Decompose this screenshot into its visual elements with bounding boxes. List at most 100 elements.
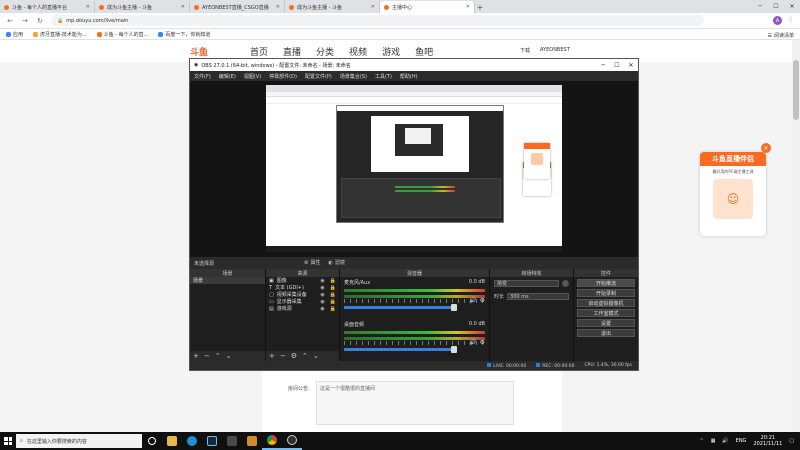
chevron-up-icon[interactable]: ⌃ [302, 352, 308, 360]
store-icon[interactable] [222, 432, 242, 450]
notification-icon[interactable]: ▢ [789, 438, 794, 444]
preview-canvas[interactable] [266, 85, 562, 252]
speaker-icon[interactable]: 🔊 [469, 339, 476, 346]
obs-menu-item[interactable]: 场景集合(S) [340, 73, 367, 80]
back-icon[interactable]: ← [6, 17, 14, 25]
reload-icon[interactable]: ↻ [36, 17, 44, 25]
lock-icon[interactable]: 🔒 [330, 306, 336, 312]
eye-icon[interactable]: ◉ [320, 285, 324, 291]
eye-icon[interactable]: ◉ [320, 292, 324, 298]
bookmark-item[interactable]: 斗鱼 - 每个人的直... [96, 31, 148, 38]
close-tab-icon[interactable]: ✕ [466, 4, 470, 10]
source-item[interactable]: ▭ 显示器采集 ◉ 🔒 [266, 298, 339, 306]
menu-icon[interactable]: ⋮ [788, 16, 794, 23]
control-button[interactable]: 开始录制 [577, 289, 635, 297]
obs-menu-item[interactable]: 配置文件(P) [305, 73, 332, 80]
remove-icon[interactable]: − [280, 352, 286, 360]
promo-card[interactable]: 斗鱼直播伴侣 最好用的PC端主播工具 ☺ [700, 152, 766, 236]
control-button[interactable]: 开始推流 [577, 279, 635, 287]
add-icon[interactable]: + [193, 352, 199, 360]
eye-icon[interactable]: ◉ [320, 306, 324, 312]
lock-icon[interactable]: 🔒 [330, 299, 336, 305]
speaker-icon[interactable]: 🔊 [469, 297, 476, 304]
volume-slider[interactable] [344, 346, 457, 353]
filters-button[interactable]: ◐ 滤镜 [329, 259, 345, 267]
obs-menu-item[interactable]: 停靠部件(D) [269, 73, 297, 80]
tray-chevron-icon[interactable]: ⌃ [699, 438, 703, 444]
reading-list-button[interactable]: ☰ 阅读清单 [768, 32, 795, 40]
obs-menu-item[interactable]: 编辑(E) [219, 73, 236, 80]
notice-textarea[interactable]: 这是一个很酷很的直播间 [316, 381, 514, 425]
source-item[interactable]: ▤ 游戏源 ◉ 🔒 [266, 305, 339, 313]
language-indicator[interactable]: ENG [736, 438, 747, 444]
control-button[interactable]: 设置 [577, 319, 635, 327]
douyu-logo[interactable]: 斗鱼 [190, 45, 235, 58]
gear-icon[interactable]: ⚙ [291, 352, 297, 360]
maximize-icon[interactable]: ☐ [610, 59, 624, 71]
duration-input[interactable]: 300 ms [507, 293, 569, 300]
control-button[interactable]: 退出 [577, 329, 635, 337]
obs-menu-item[interactable]: 帮助(H) [400, 73, 418, 80]
add-icon[interactable]: + [269, 352, 275, 360]
browser-tab[interactable]: 斗鱼 - 每个人的直播平台 ✕ [0, 1, 95, 13]
source-item[interactable]: ▢ 视频采集设备 ◉ 🔒 [266, 291, 339, 299]
file-explorer-icon[interactable] [162, 432, 182, 450]
douyu-nav-item[interactable]: 首页 [250, 45, 268, 58]
douyu-nav-item[interactable]: 直播 [283, 45, 301, 58]
remove-icon[interactable]: − [204, 352, 210, 360]
source-item[interactable]: ▣ 图像 ◉ 🔒 [266, 277, 339, 285]
browser-tab[interactable]: 成为斗鱼主播 - 斗鱼 ✕ [95, 1, 190, 13]
lock-icon[interactable]: 🔒 [330, 292, 336, 298]
start-button[interactable] [0, 432, 16, 450]
control-button[interactable]: 启动虚拟摄像机 [577, 299, 635, 307]
taskbar-search[interactable]: ⌕ 在这里输入你要搜索的内容 [16, 434, 142, 448]
douyu-nav-item[interactable]: 鱼吧 [415, 45, 433, 58]
volume-slider[interactable] [344, 304, 457, 311]
browser-tab[interactable]: 主播中心 ✕ [380, 1, 475, 13]
chevron-down-icon[interactable]: ⌄ [226, 352, 232, 360]
douyu-nav-item[interactable]: 分类 [316, 45, 334, 58]
url-input[interactable]: 🔒 mp.douyu.com/live/main [51, 15, 704, 26]
promo-close-icon[interactable]: ✕ [761, 143, 771, 153]
minimize-icon[interactable]: ─ [752, 0, 768, 13]
close-tab-icon[interactable]: ✕ [371, 4, 375, 10]
close-tab-icon[interactable]: ✕ [181, 4, 185, 10]
bookmark-item[interactable]: 百度一下，你就知道 [158, 31, 210, 38]
chevron-down-icon[interactable]: ⌄ [313, 352, 319, 360]
task-view-icon[interactable] [142, 432, 162, 450]
obs-menu-item[interactable]: 工具(T) [375, 73, 392, 80]
source-item[interactable]: T 文本 (GDI+) ◉ 🔒 [266, 284, 339, 292]
lock-icon[interactable]: 🔒 [330, 278, 336, 284]
username-link[interactable]: AYEONBEST [540, 47, 570, 54]
scene-item[interactable]: 场景 [190, 277, 265, 284]
minimize-icon[interactable]: ─ [596, 59, 610, 71]
profile-avatar[interactable]: A [773, 16, 782, 25]
obs-menu-item[interactable]: 视图(V) [244, 73, 261, 80]
close-tab-icon[interactable]: ✕ [86, 4, 90, 10]
eye-icon[interactable]: ◉ [320, 278, 324, 284]
maximize-icon[interactable]: ☐ [768, 0, 784, 13]
lock-icon[interactable]: 🔒 [330, 285, 336, 291]
bookmark-item[interactable]: 虎牙直播-技术能为... [33, 31, 87, 38]
obs-menu-item[interactable]: 文件(F) [194, 73, 211, 80]
chevron-up-icon[interactable]: ⌃ [215, 352, 221, 360]
volume-icon[interactable]: 🔊 [722, 438, 728, 444]
add-transition-icon[interactable] [562, 280, 569, 287]
gear-icon[interactable]: ⚙ [480, 297, 485, 304]
douyu-nav-item[interactable]: 视频 [349, 45, 367, 58]
bookmark-item[interactable]: 应用 [6, 31, 23, 38]
transition-select[interactable]: 渐变 [494, 280, 559, 287]
forward-icon[interactable]: → [21, 17, 29, 25]
close-icon[interactable]: ✕ [624, 59, 638, 71]
page-scrollbar[interactable] [792, 40, 800, 432]
network-icon[interactable]: ▦ [711, 438, 716, 444]
control-button[interactable]: 工作室模式 [577, 309, 635, 317]
eye-icon[interactable]: ◉ [320, 299, 324, 305]
properties-button[interactable]: ⚙ 属性 [304, 259, 321, 267]
clock[interactable]: 20:21 2021/11/11 [753, 435, 782, 447]
new-tab-button[interactable]: + [475, 1, 485, 13]
volume-slider-handle[interactable] [451, 346, 457, 353]
close-icon[interactable]: ✕ [784, 0, 800, 13]
volume-slider-handle[interactable] [451, 304, 457, 311]
browser-tab[interactable]: AYEONBEST直播_CSGO直播 ✕ [190, 1, 285, 13]
